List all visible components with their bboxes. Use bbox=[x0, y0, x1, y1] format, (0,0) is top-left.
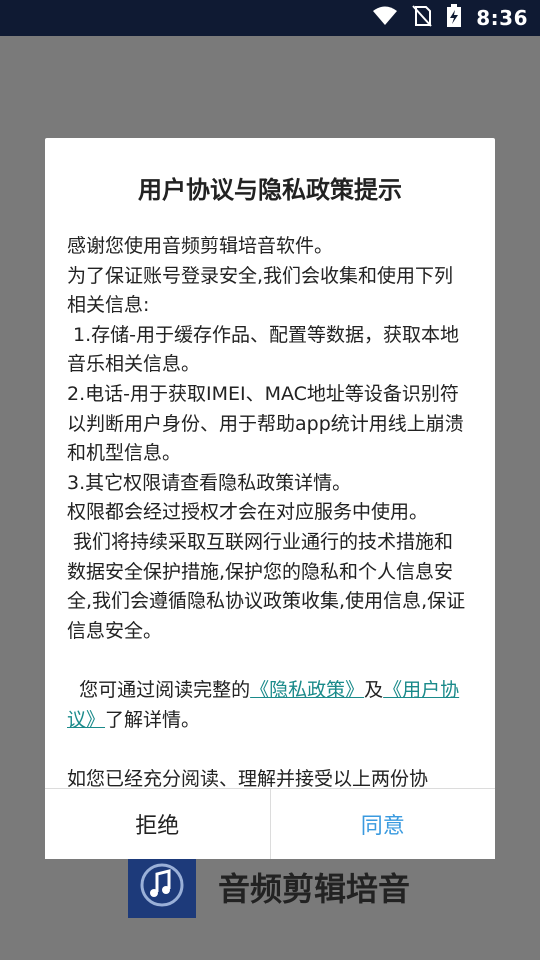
dialog-actions: 拒绝 同意 bbox=[45, 788, 495, 859]
privacy-policy-link[interactable]: 《隐私政策》 bbox=[250, 679, 364, 701]
body-line: 如您已经充分阅读、理解并接受以上两份协 bbox=[67, 767, 429, 788]
status-bar: 8:36 bbox=[0, 0, 540, 36]
privacy-dialog: 用户协议与隐私政策提示 感谢您使用音频剪辑培音软件。 为了保证账号登录安全,我们… bbox=[45, 138, 495, 859]
dialog-title: 用户协议与隐私政策提示 bbox=[138, 175, 402, 204]
read-suffix: 了解详情。 bbox=[105, 708, 201, 731]
no-sim-icon bbox=[412, 5, 432, 31]
body-item: 2.电话-用于获取IMEI、MAC地址等设备识别符以判断用户身份、用于帮助app… bbox=[67, 382, 464, 465]
reject-button[interactable]: 拒绝 bbox=[45, 789, 271, 859]
body-item: 1.存储-用于缓存作品、配置等数据，获取本地音乐相关信息。 bbox=[67, 323, 460, 376]
body-line: 感谢您使用音频剪辑培音软件。 bbox=[67, 235, 334, 257]
app-logo bbox=[128, 856, 196, 918]
clock: 8:36 bbox=[476, 6, 528, 30]
battery-charging-icon bbox=[446, 4, 462, 32]
wifi-icon bbox=[372, 6, 398, 30]
body-line: 我们将持续采取互联网行业通行的技术措施和数据安全保护措施,保护您的隐私和个人信息… bbox=[67, 530, 466, 642]
app-title: 音频剪辑培音 bbox=[218, 870, 411, 908]
body-line: 为了保证账号登录安全,我们会收集和使用下列相关信息: bbox=[67, 264, 454, 317]
body-item: 3.其它权限请查看隐私政策详情。 bbox=[67, 471, 352, 494]
and-text: 及 bbox=[364, 678, 384, 701]
read-prefix: 您可通过阅读完整的 bbox=[67, 678, 251, 701]
dialog-body[interactable]: 感谢您使用音频剪辑培音软件。 为了保证账号登录安全,我们会收集和使用下列相关信息… bbox=[67, 232, 467, 788]
body-line: 权限都会经过授权才会在对应服务中使用。 bbox=[67, 501, 429, 524]
app-branding: 音频剪辑培音 bbox=[128, 856, 410, 918]
read-more-line: 您可通过阅读完整的《隐私政策》及《用户协议》了解详情。 bbox=[67, 676, 467, 735]
agree-button[interactable]: 同意 bbox=[270, 789, 495, 859]
music-note-icon bbox=[139, 862, 185, 912]
